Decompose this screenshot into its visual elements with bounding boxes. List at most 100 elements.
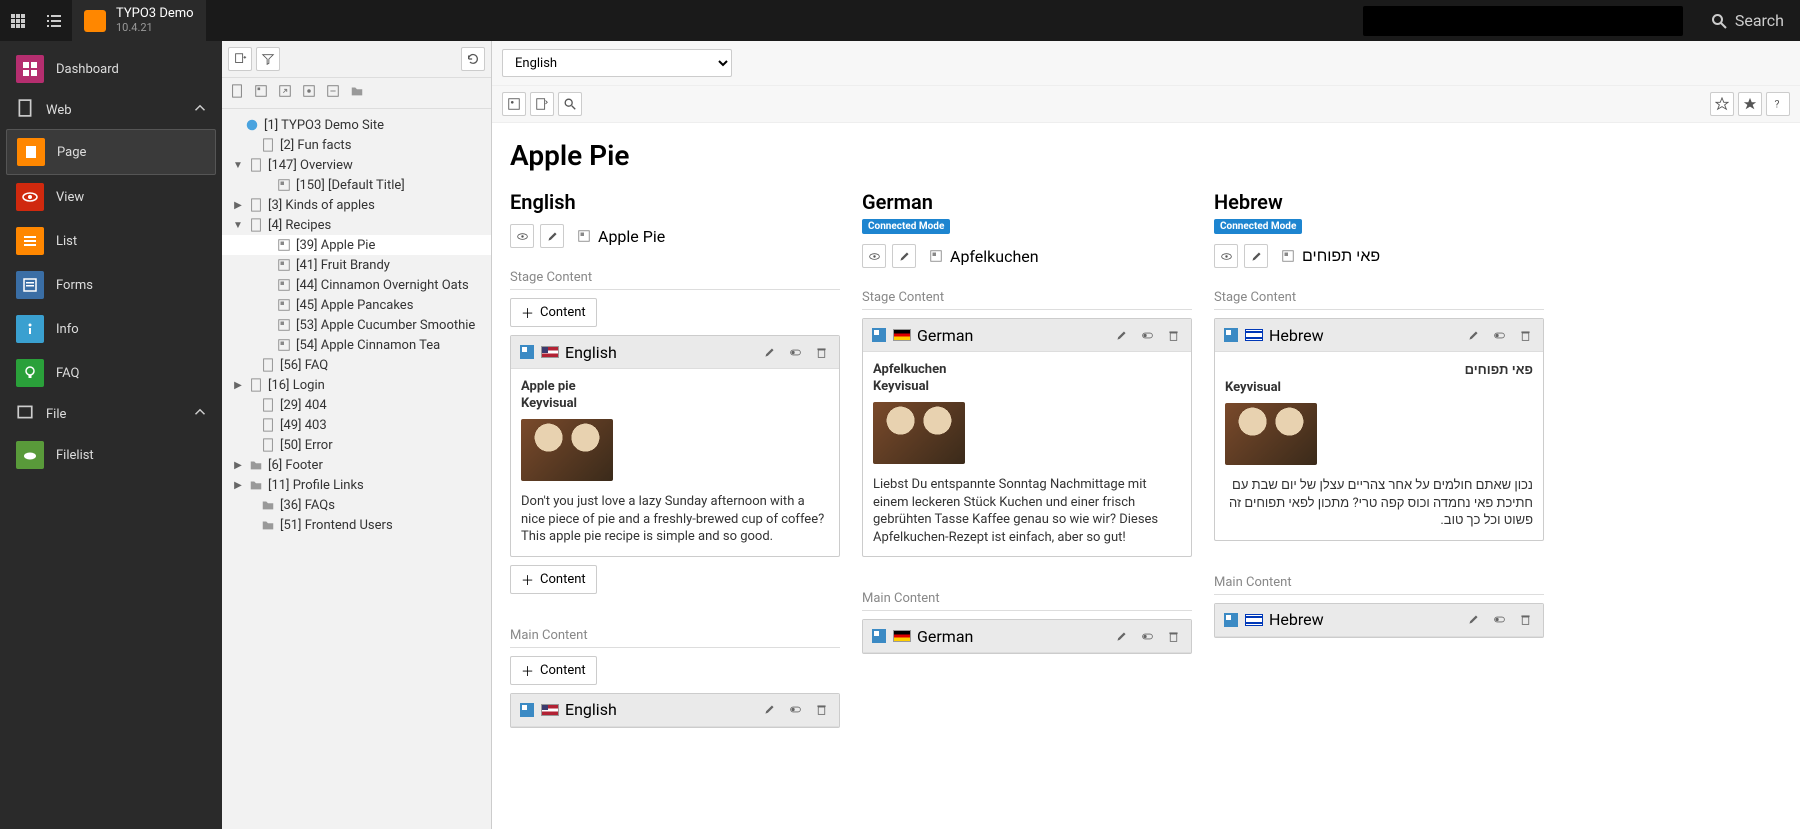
global-search[interactable]: Search bbox=[1695, 0, 1800, 41]
content-element[interactable]: Hebrew פאי תפוחים Keyvisual נכון שאתם חו… bbox=[1214, 318, 1544, 541]
tree-label: [1] TYPO3 Demo Site bbox=[264, 118, 384, 133]
toggle-ce-button[interactable] bbox=[1489, 610, 1509, 630]
module-filelist[interactable]: Filelist bbox=[6, 433, 216, 477]
tree-node[interactable]: [29] 404 bbox=[222, 395, 491, 415]
tree-node[interactable]: ▶[16] Login bbox=[222, 375, 491, 395]
tree-label: [51] Frontend Users bbox=[280, 518, 393, 533]
tree-node[interactable]: ▶[3] Kinds of apples bbox=[222, 195, 491, 215]
content-element[interactable]: English bbox=[510, 693, 840, 728]
toggle-ce-button[interactable] bbox=[785, 700, 805, 720]
tree-node[interactable]: [41] Fruit Brandy bbox=[222, 255, 491, 275]
view-page-button[interactable] bbox=[1214, 244, 1238, 268]
module-group-file[interactable]: File bbox=[6, 395, 216, 433]
module-group-web[interactable]: Web bbox=[6, 91, 216, 129]
view-page-button[interactable] bbox=[510, 224, 534, 248]
tree-node[interactable]: [2] Fun facts bbox=[222, 135, 491, 155]
edit-ce-button[interactable] bbox=[1111, 626, 1131, 646]
tree-node[interactable]: [50] Error bbox=[222, 435, 491, 455]
tree-node[interactable]: [49] 403 bbox=[222, 415, 491, 435]
filter-button[interactable] bbox=[256, 47, 280, 71]
delete-ce-button[interactable] bbox=[1515, 610, 1535, 630]
tree-node-root[interactable]: [1] TYPO3 Demo Site bbox=[222, 115, 491, 135]
bookmark-button[interactable] bbox=[1738, 92, 1762, 116]
language-selector[interactable]: English bbox=[502, 49, 732, 77]
tree-node[interactable]: [53] Apple Cucumber Smoothie bbox=[222, 315, 491, 335]
new-mount-icon[interactable] bbox=[300, 82, 318, 100]
add-content-button[interactable]: ＋Content bbox=[510, 298, 597, 327]
page-icon bbox=[260, 137, 276, 153]
tree-node[interactable]: [36] FAQs bbox=[222, 495, 491, 515]
tree-toggle-closed-icon[interactable]: ▶ bbox=[232, 480, 244, 491]
new-standard-icon[interactable] bbox=[228, 82, 246, 100]
content-element[interactable]: German Apfelkuchen Keyvisual Liebst Du e… bbox=[862, 318, 1192, 557]
add-content-button[interactable]: ＋Content bbox=[510, 565, 597, 594]
module-view[interactable]: View bbox=[6, 175, 216, 219]
help-button[interactable]: ? bbox=[1766, 92, 1790, 116]
ce-language-label: German bbox=[917, 326, 973, 345]
tree-node[interactable]: ▼[147] Overview bbox=[222, 155, 491, 175]
module-list[interactable]: List bbox=[6, 219, 216, 263]
module-info[interactable]: Info bbox=[6, 307, 216, 351]
tree-toggle-open-icon[interactable]: ▼ bbox=[232, 160, 244, 171]
content-element[interactable]: Hebrew bbox=[1214, 603, 1544, 638]
tree-node[interactable]: [51] Frontend Users bbox=[222, 515, 491, 535]
tree-node[interactable]: [150] [Default Title] bbox=[222, 175, 491, 195]
new-shortcut-icon[interactable] bbox=[276, 82, 294, 100]
edit-page-button[interactable] bbox=[892, 244, 916, 268]
tree-toggle-open-icon[interactable]: ▼ bbox=[232, 220, 244, 231]
edit-ce-button[interactable] bbox=[1111, 325, 1131, 345]
delete-ce-button[interactable] bbox=[811, 700, 831, 720]
module-dashboard[interactable]: Dashboard bbox=[6, 47, 216, 91]
topbar-center-widget[interactable] bbox=[1363, 6, 1683, 36]
module-faq[interactable]: FAQ bbox=[6, 351, 216, 395]
edit-page-button[interactable] bbox=[1244, 244, 1268, 268]
edit-ce-button[interactable] bbox=[759, 700, 779, 720]
view-page-button[interactable] bbox=[862, 244, 886, 268]
toggle-ce-button[interactable] bbox=[785, 342, 805, 362]
tree-toggle-closed-icon[interactable]: ▶ bbox=[232, 200, 244, 211]
tree-node[interactable]: ▼[4] Recipes bbox=[222, 215, 491, 235]
refresh-button[interactable] bbox=[461, 47, 485, 71]
chevron-up-icon bbox=[194, 406, 206, 422]
module-page[interactable]: Page bbox=[6, 129, 216, 175]
page-tree-panel: [1] TYPO3 Demo Site [2] Fun facts ▼[147]… bbox=[222, 41, 492, 829]
edit-ce-button[interactable] bbox=[759, 342, 779, 362]
tree-node[interactable]: [45] Apple Pancakes bbox=[222, 295, 491, 315]
cache-button[interactable] bbox=[1710, 92, 1734, 116]
content-element[interactable]: German bbox=[862, 619, 1192, 654]
toggle-ce-button[interactable] bbox=[1137, 626, 1157, 646]
tree-node[interactable]: [44] Cinnamon Overnight Oats bbox=[222, 275, 491, 295]
open-page-button[interactable] bbox=[530, 92, 554, 116]
add-content-button[interactable]: ＋Content bbox=[510, 656, 597, 685]
tree-node-active[interactable]: [39] Apple Pie bbox=[222, 235, 491, 255]
edit-ce-button[interactable] bbox=[1463, 610, 1483, 630]
module-forms[interactable]: Forms bbox=[6, 263, 216, 307]
new-folder-icon[interactable] bbox=[348, 82, 366, 100]
tree-toggle-closed-icon[interactable]: ▶ bbox=[232, 380, 244, 391]
delete-ce-button[interactable] bbox=[1515, 325, 1535, 345]
list-icon[interactable] bbox=[36, 0, 72, 41]
app-logo[interactable]: TYPO3 Demo 10.4.21 bbox=[72, 0, 206, 41]
tree-label: [29] 404 bbox=[280, 398, 327, 413]
tree-node[interactable]: ▶[11] Profile Links bbox=[222, 475, 491, 495]
tree-node[interactable]: [54] Apple Cinnamon Tea bbox=[222, 335, 491, 355]
search-content-button[interactable] bbox=[558, 92, 582, 116]
delete-ce-button[interactable] bbox=[811, 342, 831, 362]
ce-language-label: German bbox=[917, 627, 973, 646]
modules-grid-icon[interactable] bbox=[0, 0, 36, 41]
module-menu: Dashboard Web Page View List Form bbox=[0, 41, 222, 829]
tree-node[interactable]: ▶[6] Footer bbox=[222, 455, 491, 475]
new-page-button[interactable] bbox=[228, 47, 252, 71]
delete-ce-button[interactable] bbox=[1163, 626, 1183, 646]
toggle-preview-button[interactable] bbox=[502, 92, 526, 116]
toggle-ce-button[interactable] bbox=[1489, 325, 1509, 345]
edit-page-button[interactable] bbox=[540, 224, 564, 248]
toggle-ce-button[interactable] bbox=[1137, 325, 1157, 345]
tree-toggle-closed-icon[interactable]: ▶ bbox=[232, 460, 244, 471]
content-element[interactable]: English Apple pie Keyvisual Don't you ju… bbox=[510, 335, 840, 557]
tree-node[interactable]: [56] FAQ bbox=[222, 355, 491, 375]
new-backend-icon[interactable] bbox=[252, 82, 270, 100]
delete-ce-button[interactable] bbox=[1163, 325, 1183, 345]
new-link-icon[interactable] bbox=[324, 82, 342, 100]
edit-ce-button[interactable] bbox=[1463, 325, 1483, 345]
